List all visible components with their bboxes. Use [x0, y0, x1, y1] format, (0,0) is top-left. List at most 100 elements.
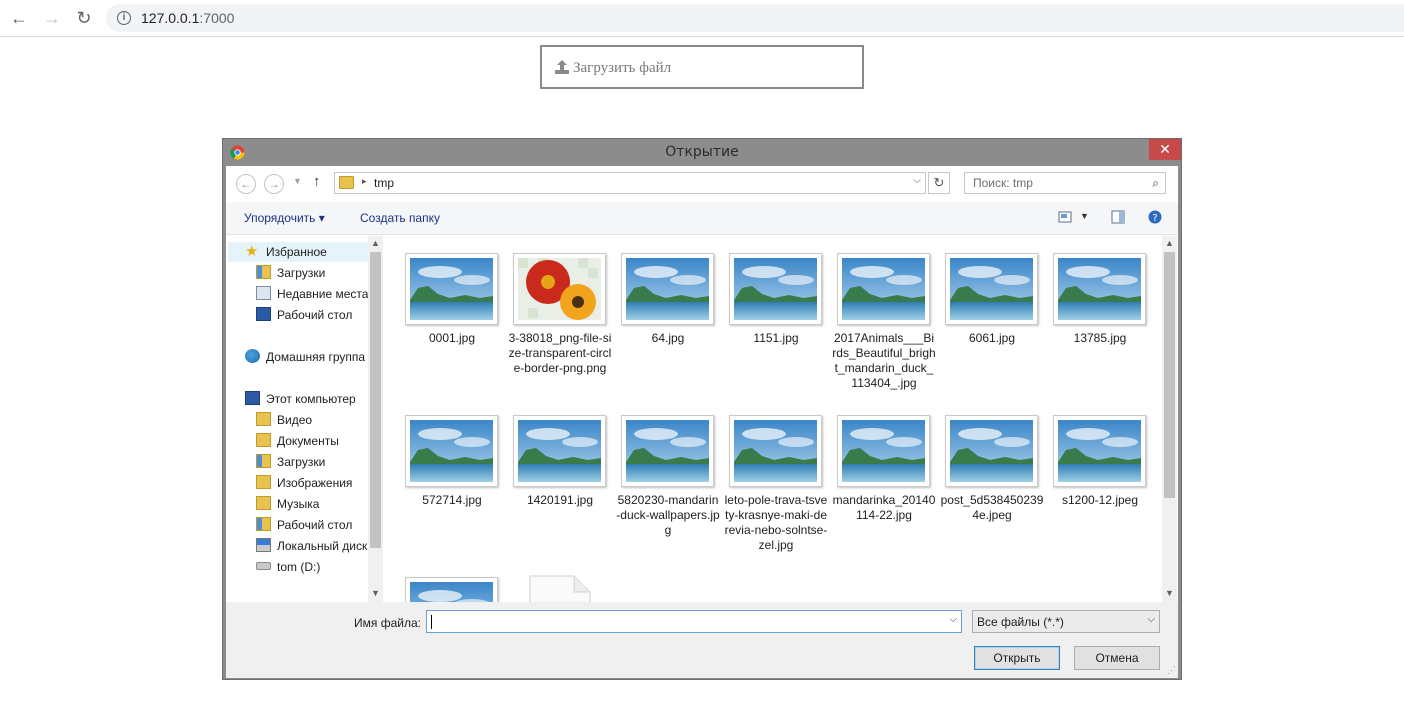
forward-arrow-icon[interactable]: → — [40, 7, 64, 29]
path-bar[interactable]: ▸ tmp ⌵ — [334, 172, 926, 194]
browser-toolbar: ← → ↻ i 127.0.0.1:7000 — [0, 0, 1404, 37]
dialog-titlebar[interactable]: Открытие ✕ — [223, 139, 1181, 166]
file-item[interactable]: 3-38018_png-file-size-transparent-circle… — [492, 236, 611, 386]
file-item[interactable]: 572714.jpg — [384, 388, 498, 548]
file-item[interactable]: 1151.jpg — [708, 236, 822, 386]
file-thumbnail — [405, 415, 498, 487]
nav-homegroup-label: Домашняя группа — [266, 350, 366, 364]
landscape-image — [950, 258, 1033, 320]
preview-pane-icon[interactable] — [1111, 210, 1125, 224]
file-item[interactable]: s1200-12.jpeg — [1032, 388, 1146, 548]
back-icon[interactable]: ← — [236, 174, 256, 194]
file-thumbnail — [837, 253, 930, 325]
nav-scrollbar[interactable]: ▲ ▼ — [368, 236, 383, 602]
nav-favorites[interactable]: ★ Избранное — [228, 242, 368, 262]
text-caret — [431, 615, 432, 629]
file-name: 13785.jpg — [1073, 331, 1127, 345]
forward-icon[interactable]: → — [264, 174, 284, 194]
filetype-dropdown-icon[interactable]: ⌵ — [1147, 614, 1155, 625]
landscape-image — [410, 258, 493, 320]
computer-icon — [245, 391, 260, 405]
file-item[interactable]: 1420191.jpg — [492, 388, 606, 548]
open-button[interactable]: Открыть — [974, 646, 1060, 670]
file-item[interactable]: 13785.jpg — [1032, 236, 1146, 386]
files-scroll-thumb[interactable] — [1164, 252, 1175, 498]
landscape-image — [1058, 258, 1141, 320]
nav-scroll-thumb[interactable] — [370, 252, 381, 548]
filename-dropdown-icon[interactable]: ⌵ — [949, 614, 957, 625]
dialog-title: Открытие — [665, 144, 739, 160]
upload-icon — [555, 60, 569, 74]
url-port: :7000 — [199, 10, 235, 26]
command-bar: Упорядочить ▾ Создать папку ▼ ? — [226, 202, 1178, 235]
search-input[interactable]: Поиск: tmp ⌕ — [964, 172, 1166, 194]
organize-menu[interactable]: Упорядочить ▾ — [244, 211, 325, 225]
breadcrumb-chevron-icon[interactable]: ▸ — [362, 176, 367, 187]
upload-label: Загрузить файл — [573, 60, 672, 76]
svg-text:?: ? — [1152, 213, 1157, 224]
search-icon[interactable]: ⌕ — [1152, 176, 1159, 191]
help-icon[interactable]: ? — [1148, 210, 1162, 224]
view-options-icon[interactable] — [1058, 210, 1072, 224]
file-item[interactable]: 2017Animals___Birds_Beautiful_bright_man… — [816, 236, 936, 390]
nav-recent-label: Недавние места — [277, 287, 369, 301]
scroll-down-icon[interactable]: ▼ — [368, 588, 383, 598]
file-item[interactable]: 64.jpg — [600, 236, 714, 386]
file-item[interactable]: post_5d5384502394e.jpeg — [924, 388, 1043, 548]
filetype-select[interactable]: Все файлы (*.*) ⌵ — [972, 610, 1160, 633]
back-arrow-icon[interactable]: ← — [7, 7, 31, 29]
landscape-image — [518, 420, 601, 482]
scroll-down-icon[interactable]: ▼ — [1162, 588, 1177, 598]
file-item[interactable]: leto-pole-trava-tsvety-krasnye-maki-dere… — [708, 388, 827, 552]
nav-documents-label: Документы — [277, 434, 339, 448]
file-item[interactable] — [492, 550, 596, 602]
history-dropdown-icon[interactable]: ▼ — [293, 176, 302, 186]
landscape-image — [734, 258, 817, 320]
file-item[interactable]: 5820230-mandarin-duck-wallpapers.jpg — [600, 388, 720, 548]
file-name: 0001.jpg — [428, 331, 476, 345]
scroll-up-icon[interactable]: ▲ — [368, 238, 383, 248]
upload-file-button[interactable]: Загрузить файл — [540, 45, 864, 89]
file-item[interactable] — [384, 550, 498, 602]
file-item[interactable]: 0001.jpg — [384, 236, 498, 386]
cancel-button[interactable]: Отмена — [1074, 646, 1160, 670]
path-dropdown-icon[interactable]: ⌵ — [913, 175, 921, 186]
reload-icon[interactable]: ↻ — [72, 7, 96, 29]
nav-music-label: Музыка — [277, 497, 320, 511]
file-item[interactable]: 6061.jpg — [924, 236, 1038, 386]
nav-desktop-pc-label: Рабочий стол — [277, 518, 353, 532]
nav-pictures-label: Изображения — [277, 476, 353, 490]
files-scrollbar[interactable]: ▲ ▼ — [1162, 236, 1177, 602]
homegroup-icon — [245, 349, 260, 363]
nav-desktop-label: Рабочий стол — [277, 308, 353, 322]
landscape-image — [842, 258, 925, 320]
search-placeholder: Поиск: tmp — [973, 176, 1033, 190]
close-button[interactable]: ✕ — [1149, 139, 1181, 160]
site-info-icon[interactable]: i — [117, 11, 131, 25]
landscape-image — [410, 420, 493, 482]
refresh-icon[interactable]: ↻ — [928, 172, 950, 194]
filename-label: Имя файла: — [354, 616, 421, 630]
view-dropdown-icon[interactable]: ▼ — [1080, 211, 1089, 221]
up-folder-icon[interactable]: ↑ — [313, 173, 321, 190]
landscape-image — [842, 420, 925, 482]
file-name: leto-pole-trava-tsvety-krasnye-maki-dere… — [724, 493, 828, 552]
landscape-image — [1058, 420, 1141, 482]
landscape-image — [734, 420, 817, 482]
file-item[interactable]: mandarinka_20140114-22.jpg — [816, 388, 935, 548]
nav-favorites-label: Избранное — [266, 245, 327, 259]
nav-tom-drive-label: tom (D:) — [277, 560, 321, 574]
file-thumbnail — [729, 415, 822, 487]
address-bar[interactable]: i 127.0.0.1:7000 — [106, 4, 1404, 32]
scroll-up-icon[interactable]: ▲ — [1162, 238, 1177, 248]
breadcrumb-tmp[interactable]: tmp — [374, 176, 394, 190]
recent-places-icon — [256, 286, 271, 300]
new-folder-button[interactable]: Создать папку — [360, 211, 440, 225]
file-name: 2017Animals___Birds_Beautiful_bright_man… — [832, 331, 936, 390]
resize-grip-icon[interactable]: ⋰ — [1167, 665, 1176, 676]
drive-icon — [256, 562, 271, 570]
file-thumbnail — [729, 253, 822, 325]
folder-icon — [339, 176, 354, 189]
filename-input[interactable]: ⌵ — [426, 610, 962, 633]
document-icon — [524, 572, 594, 602]
